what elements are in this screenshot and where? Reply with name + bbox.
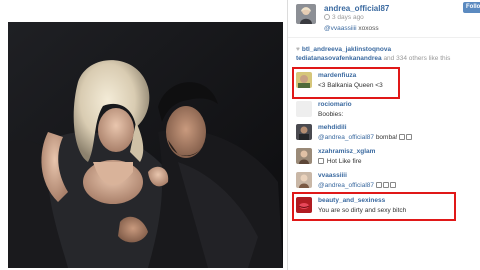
emoji-icon <box>389 182 396 188</box>
caption-text: xoxoss <box>358 25 379 32</box>
post-caption: @vvaassiiii xoxoss <box>324 25 379 32</box>
emoji-icon <box>399 134 406 140</box>
comment-mention[interactable]: @andrea_official87 <box>318 182 374 189</box>
post-header: andrea_official87 3 days ago @vvaassiiii… <box>288 0 480 38</box>
comments-panel: andrea_official87 3 days ago @vvaassiiii… <box>287 0 480 270</box>
clock-icon <box>324 14 330 20</box>
likes-summary: ♥ btl_andreeva_jaklinstoqnova tediatanaso… <box>296 45 480 63</box>
highlight-box <box>292 192 456 221</box>
emoji-icon <box>318 158 324 164</box>
author-avatar[interactable] <box>296 4 316 24</box>
comment-item: vvaassiiii @andrea_official87 <box>296 172 480 192</box>
comment-item: xzahramisz_xglam Hot Like fire <box>296 148 480 170</box>
caption-mention[interactable]: @vvaassiiii <box>324 25 357 32</box>
comment-item: mehdidili @andrea_official87 bomba! <box>296 124 480 146</box>
comment-text: @andrea_official87 <box>318 182 397 189</box>
comment-text: @andrea_official87 bomba! <box>318 134 413 141</box>
commenter-avatar-image <box>296 172 312 188</box>
comment-username[interactable]: xzahramisz_xglam <box>318 148 375 155</box>
likes-suffix: others like this <box>408 55 451 62</box>
comment-username[interactable]: vvaassiiii <box>318 172 347 179</box>
comment-username[interactable]: rociomario <box>318 101 352 108</box>
commenter-avatar-image <box>296 148 312 164</box>
comment-item: rociomario Boobies: <box>296 101 480 123</box>
likers-line-1[interactable]: btl_andreeva_jaklinstoqnova <box>302 46 391 53</box>
photo-panel <box>0 0 287 270</box>
likers-line-2[interactable]: tediatanasovafenkanandrea <box>296 55 382 62</box>
post-timestamp: 3 days ago <box>324 14 364 21</box>
likes-count[interactable]: 334 <box>396 55 407 62</box>
commenter-avatar[interactable] <box>296 101 312 117</box>
commenter-avatar[interactable] <box>296 148 312 164</box>
post-photo-image <box>8 22 283 268</box>
commenter-avatar[interactable] <box>296 124 312 140</box>
commenter-avatar[interactable] <box>296 172 312 188</box>
comment-body: Hot Like fire <box>326 158 362 165</box>
author-username[interactable]: andrea_official87 <box>324 4 389 13</box>
post-photo[interactable] <box>8 22 283 268</box>
comment-username[interactable]: mehdidili <box>318 124 347 131</box>
highlight-box <box>292 67 400 99</box>
follow-button[interactable]: Follow <box>463 2 480 13</box>
commenter-avatar-image <box>296 101 312 117</box>
comment-mention[interactable]: @andrea_official87 <box>318 134 374 141</box>
comment-text: Boobies: <box>318 111 344 118</box>
comment-body: bomba! <box>375 134 398 141</box>
heart-icon: ♥ <box>296 46 300 53</box>
likes-and: and <box>383 55 395 62</box>
emoji-icon <box>382 182 389 188</box>
comment-text: Hot Like fire <box>318 158 362 165</box>
post-time-text: 3 days ago <box>332 14 364 21</box>
emoji-icon <box>406 134 413 140</box>
commenter-avatar-image <box>296 124 312 140</box>
author-avatar-image <box>296 4 316 24</box>
emoji-icon <box>375 182 382 188</box>
